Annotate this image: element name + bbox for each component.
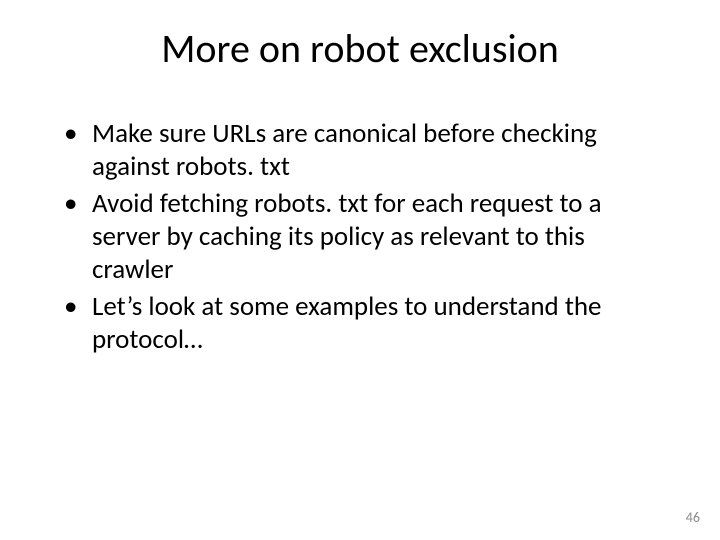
slide-title: More on robot exclusion (0, 24, 720, 73)
slide: More on robot exclusion Make sure URLs a… (0, 0, 720, 540)
list-item: Avoid fetching robots. txt for each requ… (60, 188, 660, 287)
list-item: Let’s look at some examples to understan… (60, 291, 660, 357)
page-number: 46 (686, 509, 700, 526)
bullet-list: Make sure URLs are canonical before chec… (60, 118, 660, 357)
slide-body: Make sure URLs are canonical before chec… (60, 118, 660, 361)
list-item: Make sure URLs are canonical before chec… (60, 118, 660, 184)
